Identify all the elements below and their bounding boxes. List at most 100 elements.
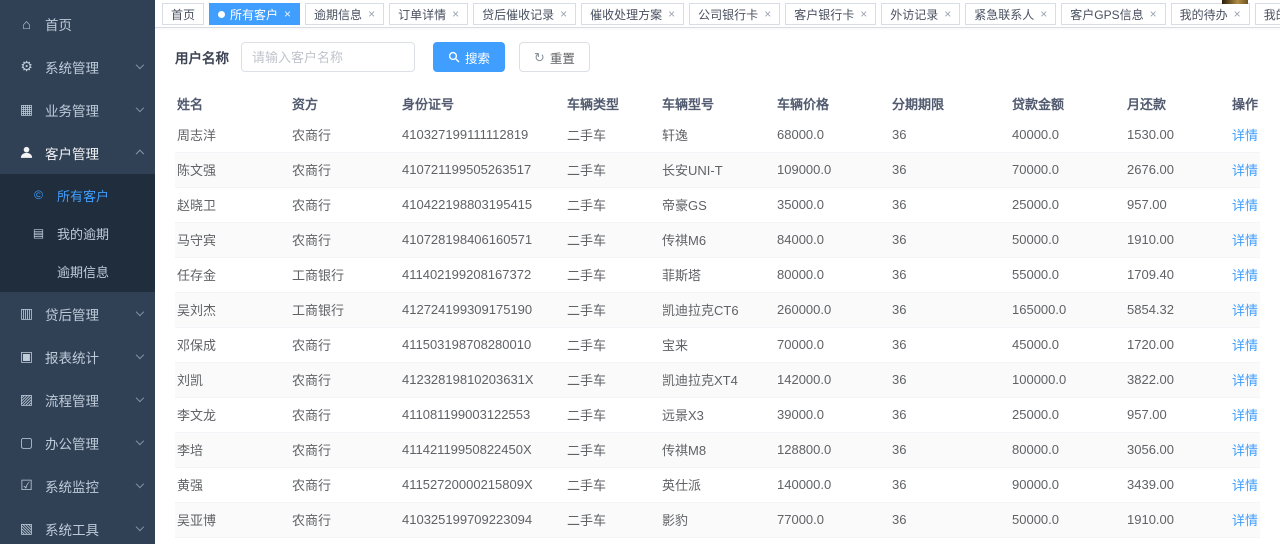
tab[interactable]: 贷后催收记录 × xyxy=(473,3,576,25)
close-icon[interactable]: × xyxy=(764,8,771,20)
table-cell: 陈文强 xyxy=(175,152,290,187)
reset-button-label: 重置 xyxy=(550,48,575,67)
table-cell: 二手车 xyxy=(565,117,660,152)
table-cell: 二手车 xyxy=(565,257,660,292)
table-cell: 109000.0 xyxy=(775,152,890,187)
sidebar-item[interactable]: ▣ 报表统计 xyxy=(0,335,155,378)
tab-label: 紧急联系人 xyxy=(974,6,1034,23)
tab[interactable]: 我的待办 × xyxy=(1171,3,1250,25)
active-dot xyxy=(218,11,225,18)
copyright-icon: © xyxy=(30,188,47,202)
table-cell: 农商行 xyxy=(290,327,400,362)
reset-button[interactable]: ↻ 重置 xyxy=(519,42,590,72)
close-icon[interactable]: × xyxy=(1234,8,1241,20)
detail-link[interactable]: 详情 xyxy=(1232,373,1258,388)
sidebar-item-label: 系统监控 xyxy=(45,476,99,496)
detail-link[interactable]: 详情 xyxy=(1232,478,1258,493)
detail-link[interactable]: 详情 xyxy=(1232,268,1258,283)
table-cell: 80000.0 xyxy=(775,257,890,292)
sidebar-item[interactable]: ▤ 我的逾期 xyxy=(0,214,155,252)
detail-link[interactable]: 详情 xyxy=(1232,198,1258,213)
close-icon[interactable]: × xyxy=(560,8,567,20)
sidebar-item[interactable]: ▥ 贷后管理 xyxy=(0,292,155,335)
tab[interactable]: 客户银行卡 × xyxy=(785,3,876,25)
tab[interactable]: 我的流程 × xyxy=(1255,3,1280,25)
close-icon[interactable]: × xyxy=(452,8,459,20)
tab[interactable]: 公司银行卡 × xyxy=(689,3,780,25)
tab[interactable]: 所有客户 × xyxy=(209,3,300,25)
sidebar-item[interactable]: 逾期信息 xyxy=(0,252,155,290)
chevron-down-icon xyxy=(136,351,144,359)
detail-link[interactable]: 详情 xyxy=(1232,163,1258,178)
table-cell: 140000.0 xyxy=(775,467,890,502)
table-cell: 410325199709223094 xyxy=(400,502,565,537)
table-cell: 农商行 xyxy=(290,117,400,152)
table-cell: 王亚飞 xyxy=(175,537,290,544)
tab-label: 贷后催收记录 xyxy=(482,6,554,23)
table-cell: 二手车 xyxy=(565,187,660,222)
close-icon[interactable]: × xyxy=(1040,8,1047,20)
refresh-icon: ↻ xyxy=(534,51,545,64)
table-cell: 传祺M8 xyxy=(660,432,775,467)
sidebar-item[interactable]: 客户管理 xyxy=(0,131,155,174)
tab[interactable]: 外访记录 × xyxy=(881,3,960,25)
search-button[interactable]: 搜索 xyxy=(433,42,505,72)
close-icon[interactable]: × xyxy=(1150,8,1157,20)
table-row: 李文龙农商行411081199003122553二手车远景X339000.036… xyxy=(175,397,1260,432)
chevron-down-icon xyxy=(136,308,144,316)
column-header: 姓名 xyxy=(175,89,290,117)
table-cell: 农商行 xyxy=(290,537,400,544)
tab[interactable]: 首页 xyxy=(162,3,204,25)
tab[interactable]: 逾期信息 × xyxy=(305,3,384,25)
detail-link[interactable]: 详情 xyxy=(1232,338,1258,353)
tab[interactable]: 客户GPS信息 × xyxy=(1061,3,1165,25)
sidebar-item-label: 客户管理 xyxy=(45,143,99,163)
table-cell: 36 xyxy=(890,292,1010,327)
tab[interactable]: 催收处理方案 × xyxy=(581,3,684,25)
table-cell: 36 xyxy=(890,187,1010,222)
table-cell: 100000.0 xyxy=(1010,362,1125,397)
table-cell: 957.00 xyxy=(1125,187,1220,222)
table-cell: 邓保成 xyxy=(175,327,290,362)
table-row: 陈文强农商行410721199505263517二手车长安UNI-T109000… xyxy=(175,152,1260,187)
table-cell: 凯迪拉克CT6 xyxy=(660,292,775,327)
sidebar-item[interactable]: ▢ 办公管理 xyxy=(0,421,155,464)
table-row: 刘凯农商行41232819810203631X二手车凯迪拉克XT4142000.… xyxy=(175,362,1260,397)
tab[interactable]: 紧急联系人 × xyxy=(965,3,1056,25)
detail-link[interactable]: 详情 xyxy=(1232,408,1258,423)
detail-link[interactable]: 详情 xyxy=(1232,303,1258,318)
customer-name-input[interactable] xyxy=(241,42,415,72)
close-icon[interactable]: × xyxy=(668,8,675,20)
detail-link[interactable]: 详情 xyxy=(1232,233,1258,248)
table-cell: 40000.0 xyxy=(1010,117,1125,152)
table-cell: 957.00 xyxy=(1125,397,1220,432)
tab[interactable]: 订单详情 × xyxy=(389,3,468,25)
table-body: 周志洋农商行410327199111112819二手车轩逸68000.03640… xyxy=(175,117,1260,544)
table-cell: 农商行 xyxy=(290,467,400,502)
table-cell: 36 xyxy=(890,257,1010,292)
detail-link[interactable]: 详情 xyxy=(1232,513,1258,528)
table-cell: 41152720000215809X xyxy=(400,467,565,502)
detail-link[interactable]: 详情 xyxy=(1232,443,1258,458)
table-cell: 影豹 xyxy=(660,502,775,537)
detail-link[interactable]: 详情 xyxy=(1232,128,1258,143)
tab-label: 订单详情 xyxy=(398,6,446,23)
close-icon[interactable]: × xyxy=(860,8,867,20)
close-icon[interactable]: × xyxy=(944,8,951,20)
sidebar-item[interactable]: ⚙ 系统管理 xyxy=(0,45,155,88)
tab-label: 首页 xyxy=(171,6,195,23)
sidebar-item[interactable]: © 所有客户 xyxy=(0,176,155,214)
table-cell: 411503198708280010 xyxy=(400,327,565,362)
sidebar-item[interactable]: ▨ 流程管理 xyxy=(0,378,155,421)
close-icon[interactable]: × xyxy=(368,8,375,20)
grid-icon: ▦ xyxy=(18,101,35,118)
table-cell: 412724199309175190 xyxy=(400,292,565,327)
table-cell: 50000.0 xyxy=(1010,502,1125,537)
table-cell: 马守宾 xyxy=(175,222,290,257)
table-cell: 2676.00 xyxy=(1125,152,1220,187)
sidebar-item[interactable]: ☑ 系统监控 xyxy=(0,464,155,507)
tab-label: 外访记录 xyxy=(890,6,938,23)
sidebar-item[interactable]: ▦ 业务管理 xyxy=(0,88,155,131)
sidebar-item[interactable]: ⌂ 首页 xyxy=(0,2,155,45)
close-icon[interactable]: × xyxy=(284,8,291,20)
